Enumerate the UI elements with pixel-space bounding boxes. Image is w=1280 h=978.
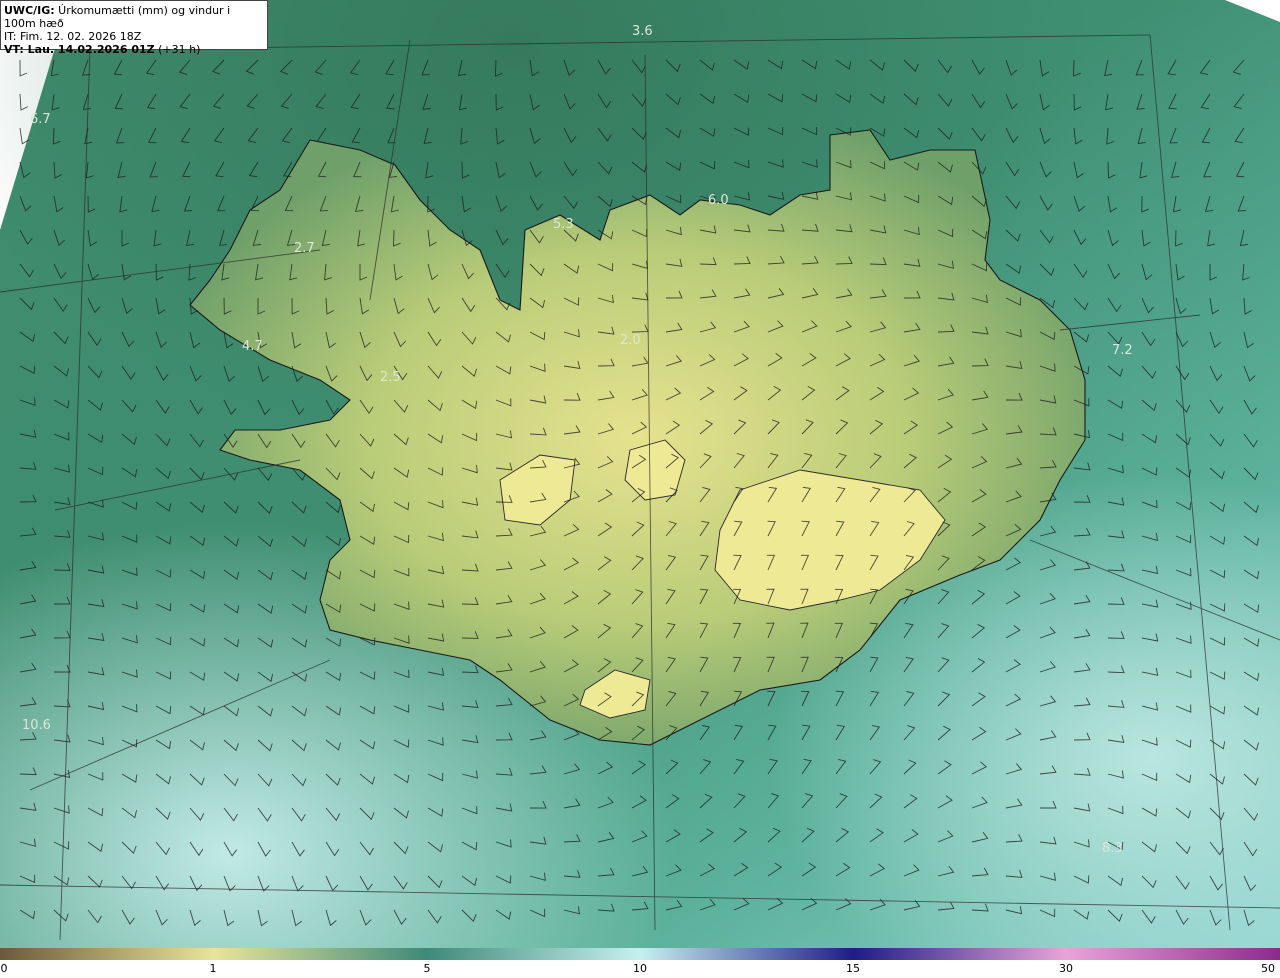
map-value-label: 10.6 [22, 718, 51, 733]
map-value-label: 5.3 [553, 217, 574, 232]
forecast-info-box: UWC/IG: Úrkomumætti (mm) og vindur i 100… [0, 0, 268, 56]
map-value-label: 2.0 [620, 333, 641, 348]
map-value-label: 4.7 [242, 339, 263, 354]
issue-time: IT: Fim. 12. 02. 2026 18Z [4, 30, 142, 43]
precipitation-colorbar [0, 948, 1280, 960]
colorbar-tick: 30 [1059, 962, 1073, 975]
forecast-title: UWC/IG: Úrkomumætti (mm) og vindur i 100… [4, 4, 231, 30]
weather-map: 3.6 6.7 5.3 6.0 2.7 4.7 2.5 2.0 7.2 10.6… [0, 0, 1280, 948]
colorbar-tick: 1 [209, 962, 217, 975]
colorbar-tick: 0 [0, 962, 8, 975]
colorbar-tick: 10 [633, 962, 647, 975]
map-value-label: 2.5 [380, 370, 401, 385]
map-value-label: 7.2 [1112, 343, 1133, 358]
map-value-label: 6.7 [30, 112, 51, 127]
map-value-label: 6.0 [708, 193, 729, 208]
map-value-label: 2.7 [294, 241, 315, 256]
colorbar-tick: 5 [423, 962, 431, 975]
valid-time: VT: Lau. 14.02.2026 01Z (+31 h) [4, 43, 201, 56]
map-value-label: 3.6 [632, 24, 653, 39]
colorbar-tick: 50 [1261, 962, 1275, 975]
map-value-label: 8.3 [1102, 841, 1123, 856]
colorbar-ticks: 0 1 5 10 15 30 50 [0, 962, 1280, 978]
colorbar-tick: 15 [846, 962, 860, 975]
